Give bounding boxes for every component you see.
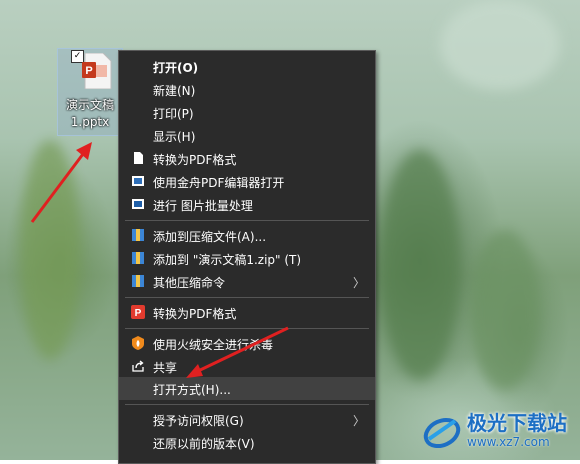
red-arrow-to-file [30,142,92,223]
site-watermark: 极光下载站 www.xz7.com [415,405,575,455]
red-arrow-to-open-with [186,326,289,378]
watermark-url: www.xz7.com [467,435,550,449]
annotation-arrows [30,142,289,378]
watermark-brand: 极光下载站 [467,411,567,435]
aurora-logo-icon [423,417,461,449]
